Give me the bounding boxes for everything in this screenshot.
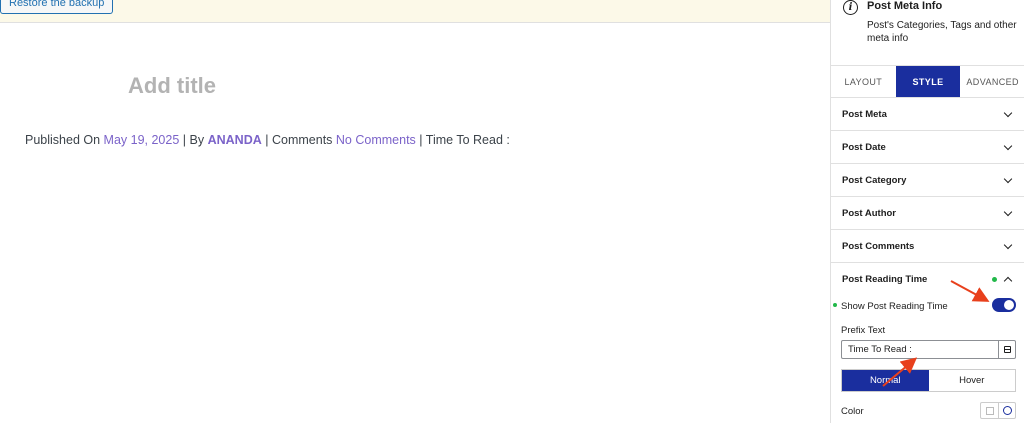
database-icon	[1004, 346, 1011, 353]
info-icon: i	[843, 0, 858, 15]
comments-label: Comments	[271, 133, 333, 147]
published-prefix: Published On	[25, 133, 101, 147]
panel-label: Post Category	[842, 175, 907, 186]
meta-separator: |	[182, 133, 187, 147]
post-meta-line: Published On May 19, 2025 | By ANANDA | …	[25, 133, 510, 147]
post-date-link[interactable]: May 19, 2025	[104, 133, 180, 147]
restore-backup-button[interactable]: Restore the backup	[0, 0, 114, 14]
panel-label: Post Date	[842, 142, 886, 153]
chevron-down-icon	[1003, 174, 1013, 184]
show-reading-time-label: Show Post Reading Time	[841, 301, 948, 312]
backup-notice-bar: Restore the backup	[0, 0, 830, 23]
meta-separator: |	[265, 133, 269, 147]
color-swatch-button[interactable]	[981, 403, 999, 418]
chevron-down-icon	[1003, 141, 1013, 151]
modified-dot-icon	[992, 277, 997, 282]
chevron-down-icon	[1003, 108, 1013, 118]
post-author-link[interactable]: ANANDA	[208, 133, 262, 147]
show-reading-time-toggle[interactable]	[992, 298, 1016, 312]
panel-label: Post Reading Time	[842, 274, 928, 285]
panel-label: Post Author	[842, 208, 897, 219]
color-control[interactable]	[980, 402, 1016, 419]
color-swatch-icon	[986, 407, 994, 415]
block-title: Post Meta Info	[867, 0, 943, 12]
panel-post-author[interactable]: Post Author	[831, 197, 1024, 230]
panel-post-reading-time[interactable]: Post Reading Time	[831, 263, 1024, 296]
dynamic-data-button[interactable]	[998, 340, 1016, 359]
by-label: By	[189, 133, 205, 147]
prefix-text-label: Prefix Text	[841, 325, 886, 336]
settings-tabs: LAYOUT STYLE ADVANCED	[831, 66, 1024, 98]
panel-label: Post Meta	[842, 109, 887, 120]
tab-style[interactable]: STYLE	[895, 66, 961, 97]
globe-icon	[1002, 406, 1012, 415]
panel-post-date[interactable]: Post Date	[831, 131, 1024, 164]
global-color-button[interactable]	[999, 403, 1016, 418]
post-title-placeholder[interactable]: Add title	[128, 73, 216, 99]
toggle-knob	[1004, 300, 1014, 310]
tab-layout[interactable]: LAYOUT	[831, 66, 896, 97]
panel-post-meta[interactable]: Post Meta	[831, 98, 1024, 131]
tab-hover[interactable]: Hover	[929, 370, 1016, 391]
editor-canvas: Restore the backup Add title Published O…	[0, 0, 830, 423]
tab-advanced[interactable]: ADVANCED	[960, 66, 1024, 97]
chevron-up-icon	[1003, 276, 1013, 286]
prefix-text-input[interactable]: Time To Read :	[841, 340, 999, 359]
meta-separator: |	[419, 133, 423, 147]
state-tabs: Normal Hover	[841, 369, 1016, 392]
tab-normal[interactable]: Normal	[842, 370, 929, 391]
color-label: Color	[841, 406, 864, 417]
chevron-down-icon	[1003, 240, 1013, 250]
panel-post-category[interactable]: Post Category	[831, 164, 1024, 197]
block-card: i Post Meta Info Post's Categories, Tags…	[831, 0, 1024, 66]
block-settings-sidebar: i Post Meta Info Post's Categories, Tags…	[830, 0, 1024, 423]
reading-time-label: Time To Read :	[425, 133, 510, 147]
chevron-down-icon	[1003, 207, 1013, 217]
comments-link[interactable]: No Comments	[336, 133, 416, 147]
panel-label: Post Comments	[842, 241, 915, 252]
modified-dot-icon	[833, 303, 837, 307]
block-description: Post's Categories, Tags and other meta i…	[867, 20, 1017, 44]
panel-post-comments[interactable]: Post Comments	[831, 230, 1024, 263]
